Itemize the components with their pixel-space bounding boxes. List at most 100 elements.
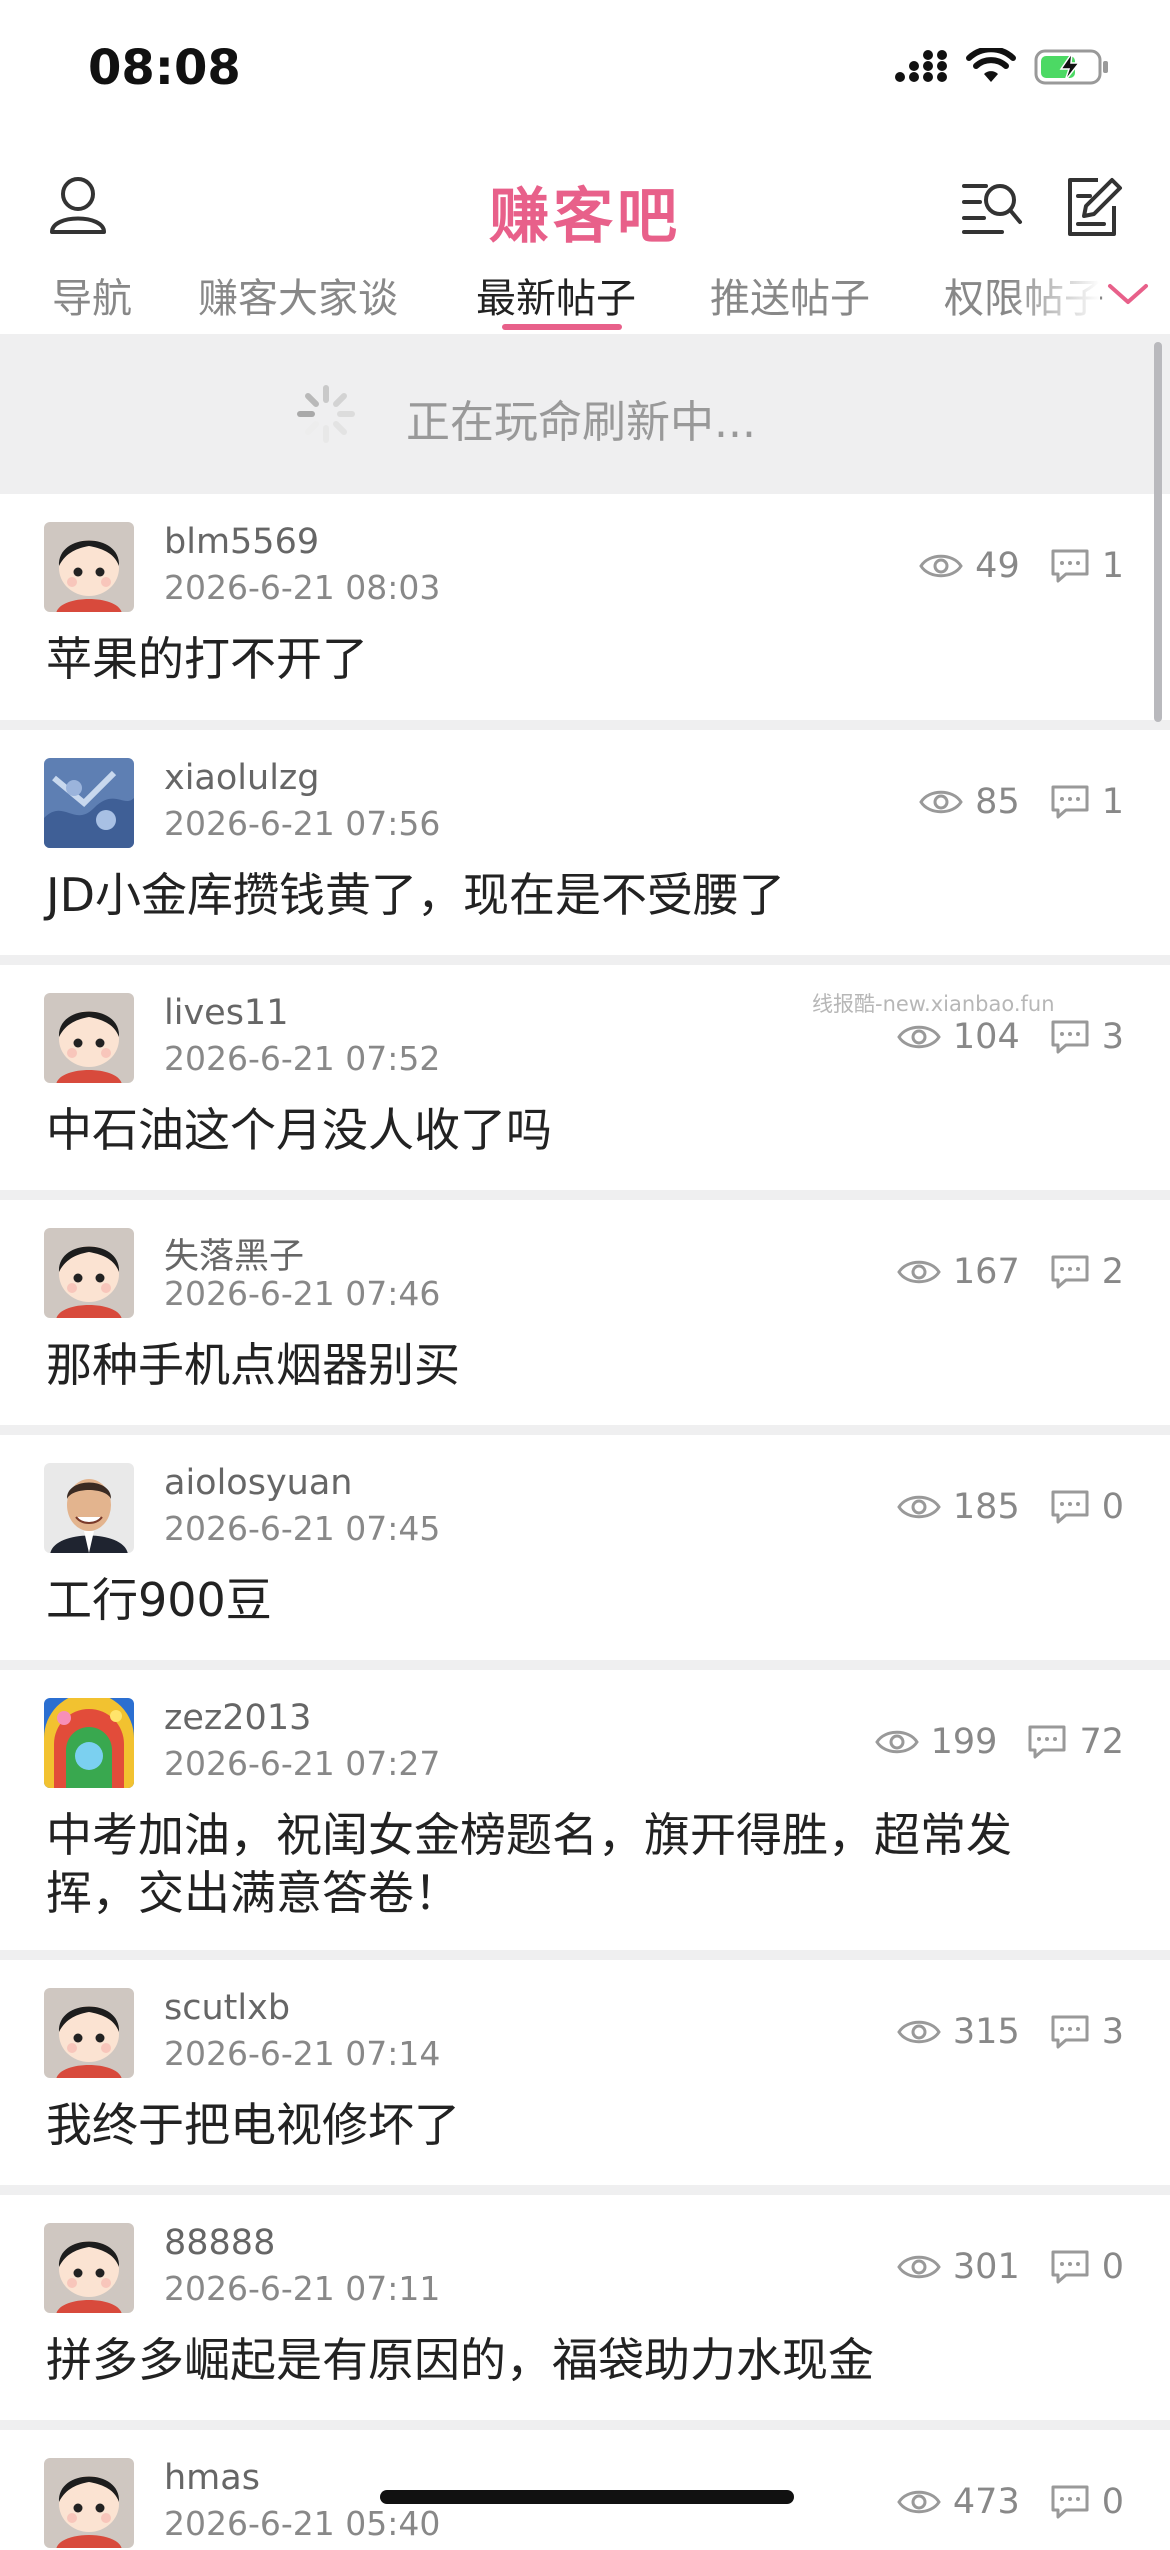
username[interactable]: xiaolulzg [164,758,320,798]
compose-button[interactable] [1058,170,1130,242]
tab-discussion[interactable]: 赚客大家谈 [198,266,398,324]
post-title[interactable]: 苹果的打不开了 [46,630,1086,688]
post-time: 2026-6-21 08:03 [164,568,441,607]
post-title[interactable]: 中石油这个月没人收了吗 [46,1101,1086,1159]
post-time: 2026-6-21 07:45 [164,1509,441,1548]
pull-refresh-indicator: 正在玩命刷新中... [0,334,1170,494]
post-title[interactable]: 中考加油，祝闺女金榜题名，旗开得胜，超常发挥，交出满意答卷！ [46,1806,1086,1922]
eye-icon [897,2490,941,2514]
post-title[interactable]: 拼多多崛起是有原因的，福袋助力水现金 [46,2331,1086,2389]
post-title[interactable]: JD小金库攒钱黄了，现在是不受腰了 [46,866,1086,924]
post-item[interactable]: 失落黑子 2026-6-21 07:46 167 2 那种手机点烟器别买 [0,1200,1170,1425]
username[interactable]: 失落黑子 [164,1228,304,1279]
avatar[interactable] [44,1228,134,1318]
post-stats: 301 0 [897,2247,1124,2287]
eye-icon [897,2020,941,2044]
comment-count: 3 [1101,2012,1124,2052]
cellular-signal-icon [895,50,947,82]
post-time: 2026-6-21 07:52 [164,1039,441,1078]
post-title[interactable]: 工行900豆 [46,1571,1086,1629]
eye-icon [919,554,963,578]
cartoon-girl-avatar-icon [44,522,134,612]
username[interactable]: zez2013 [164,1698,311,1738]
chevron-down-icon [1108,284,1148,304]
post-stats: 473 0 [897,2482,1124,2522]
avatar[interactable] [44,2223,134,2313]
status-time: 08:08 [88,40,241,96]
tab-nav[interactable]: 导航 [52,266,132,324]
view-count: 301 [952,2247,1020,2287]
view-count: 104 [952,1017,1020,1057]
avatar[interactable] [44,522,134,612]
post-divider [0,2420,1170,2430]
avatar[interactable] [44,2458,134,2548]
username[interactable]: scutlxb [164,1988,290,2028]
post-stats: 104 3 [897,1017,1124,1057]
post-time: 2026-6-21 07:27 [164,1744,441,1783]
blue-photo-avatar-icon [44,758,134,848]
avatar[interactable] [44,758,134,848]
post-time: 2026-6-21 07:11 [164,2269,441,2308]
view-count: 315 [952,2012,1020,2052]
eye-icon [919,790,963,814]
post-item[interactable]: xiaolulzg 2026-6-21 07:56 85 1 JD小金库攒钱黄了… [0,730,1170,955]
post-stats: 167 2 [897,1252,1124,1292]
watermark-text: 线报酷-new.xianbao.fun [812,992,1055,1016]
tabs-fade [1010,260,1100,330]
eye-icon [897,1260,941,1284]
eye-icon [897,2255,941,2279]
view-count: 85 [975,782,1020,822]
view-count: 199 [930,1722,998,1762]
tab-latest-posts[interactable]: 最新帖子 [476,266,636,324]
post-title[interactable]: 我终于把电视修坏了 [46,2096,1086,2154]
username[interactable]: 88888 [164,2223,275,2263]
home-indicator[interactable] [380,2490,794,2504]
avatar[interactable] [44,1463,134,1553]
post-stats: 49 1 [919,546,1124,586]
post-item[interactable]: blm5569 2026-6-21 08:03 49 1 苹果的打不开了 [0,494,1170,720]
eye-icon [874,1730,919,1754]
post-time: 2026-6-21 07:56 [164,804,441,843]
colorful-photo-avatar-icon [44,1698,134,1788]
username[interactable]: lives11 [164,993,288,1033]
post-item[interactable]: 88888 2026-6-21 07:11 301 0 拼多多崛起是有原因的，福… [0,2195,1170,2420]
comment-icon [1028,1725,1066,1759]
username[interactable]: blm5569 [164,522,319,562]
search-list-icon [962,184,1022,234]
view-count: 167 [952,1252,1020,1292]
post-divider [0,1660,1170,1670]
comment-icon [1051,549,1089,583]
search-button[interactable] [956,170,1028,242]
scrollbar[interactable] [1154,342,1162,722]
comment-count: 1 [1101,546,1124,586]
username[interactable]: hmas [164,2458,260,2498]
active-tab-indicator [502,324,622,330]
avatar[interactable] [44,1698,134,1788]
view-count: 473 [952,2482,1020,2522]
post-stats: 315 3 [897,2012,1124,2052]
app-header: 赚客吧 [0,150,1170,260]
avatar[interactable] [44,993,134,1083]
cartoon-girl-avatar-icon [44,993,134,1083]
post-divider [0,720,1170,730]
edit-icon [1068,178,1122,236]
eye-icon [897,1025,941,1049]
refresh-message: 正在玩命刷新中... [406,397,756,448]
post-item[interactable]: scutlxb 2026-6-21 07:14 315 3 我终于把电视修坏了 [0,1960,1170,2185]
eye-icon [897,1495,941,1519]
view-count: 49 [975,546,1020,586]
category-tabs: 导航 赚客大家谈 最新帖子 推送帖子 权限帖子 [0,260,1170,330]
tab-pushed-posts[interactable]: 推送帖子 [710,266,870,324]
post-stats: 185 0 [897,1487,1124,1527]
post-stats: 85 1 [919,782,1124,822]
avatar[interactable] [44,1988,134,2078]
post-item[interactable]: aiolosyuan 2026-6-21 07:45 185 0 工行900豆 [0,1435,1170,1660]
comment-count: 72 [1079,1722,1124,1762]
man-photo-avatar-icon [44,1463,134,1553]
post-item[interactable]: zez2013 2026-6-21 07:27 199 72 中考加油，祝闺女金… [0,1670,1170,1950]
post-title[interactable]: 那种手机点烟器别买 [46,1336,1086,1394]
tabs-expand-button[interactable] [1104,276,1152,316]
comment-count: 3 [1101,1017,1124,1057]
username[interactable]: aiolosyuan [164,1463,352,1503]
comment-icon [1051,2250,1089,2284]
